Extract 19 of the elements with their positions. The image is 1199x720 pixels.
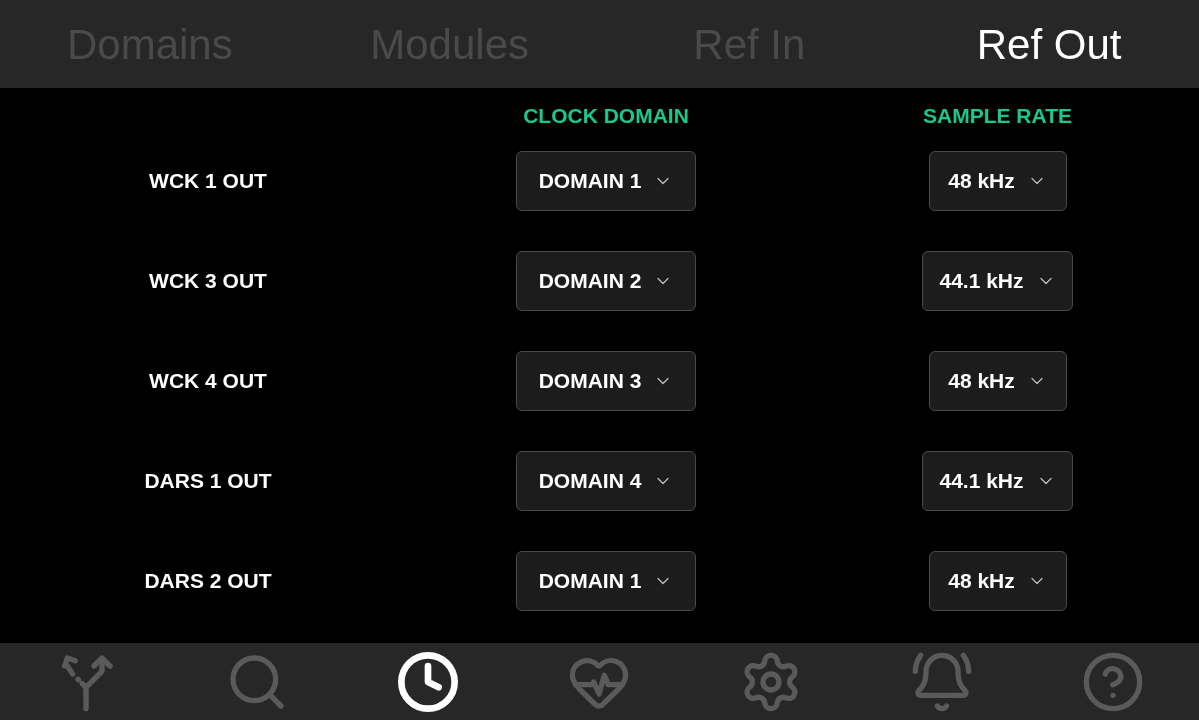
dropdown[interactable]: DOMAIN 2 — [516, 251, 696, 311]
output-label: WCK 4 OUT — [148, 368, 268, 395]
column-header: CLOCK DOMAIN — [522, 102, 690, 129]
output-label: WCK 1 OUT — [148, 168, 268, 195]
output-label: DARS 1 OUT — [143, 468, 273, 495]
tab[interactable]: Ref Out — [899, 12, 1199, 76]
clock-icon — [396, 649, 461, 714]
column-header: SAMPLE RATE — [922, 102, 1073, 129]
dropdown[interactable]: 48 kHz — [928, 351, 1067, 411]
output-label: WCK 3 OUT — [148, 268, 268, 295]
dropdown[interactable]: 48 kHz — [928, 551, 1067, 611]
dropdown[interactable]: DOMAIN 4 — [516, 451, 696, 511]
dropdown[interactable]: 44.1 kHz — [922, 451, 1073, 511]
output-label: DARS 2 OUT — [143, 568, 273, 595]
dropdown[interactable]: DOMAIN 3 — [516, 351, 696, 411]
dropdown[interactable]: 48 kHz — [928, 151, 1067, 211]
dropdown[interactable]: DOMAIN 1 — [516, 151, 696, 211]
dropdown[interactable]: DOMAIN 1 — [516, 551, 696, 611]
dropdown[interactable]: 44.1 kHz — [922, 251, 1073, 311]
